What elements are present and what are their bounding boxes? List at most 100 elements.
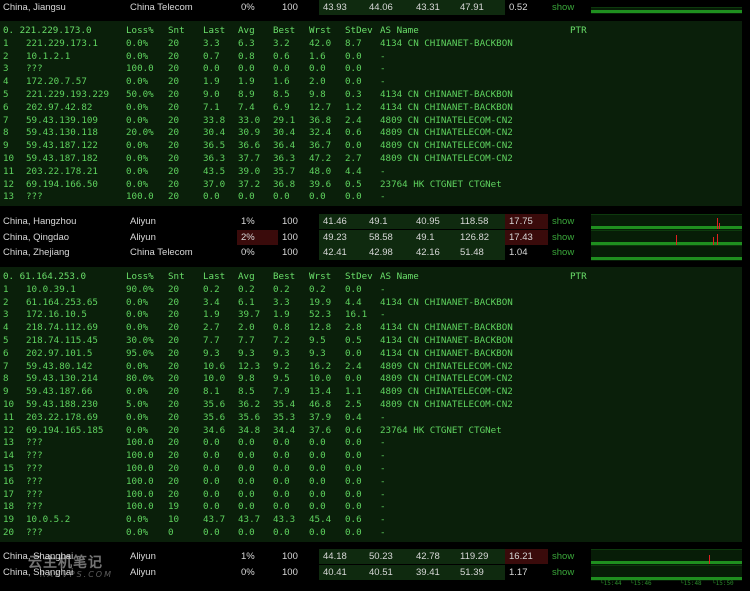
sparkline-baseline: [591, 257, 742, 260]
hop-loss: 0.0%: [126, 101, 149, 113]
hop-loss: 5.0%: [126, 399, 149, 410]
hop-wrst: 2.0: [309, 76, 326, 88]
hop-snt: 20: [168, 114, 180, 126]
hop-loss: 0.0%: [126, 178, 149, 190]
hop-as: -: [380, 501, 386, 513]
show-link[interactable]: show: [552, 565, 574, 580]
hop-row: 8 59.43.130.118 20.0% 20 30.4 30.9 30.4 32.4 0.6…: [0, 127, 740, 140]
hop-snt: 20: [168, 488, 180, 500]
sent-cell: 100: [282, 551, 298, 562]
hop-as: -: [380, 450, 386, 462]
worst-cell: 51.39: [460, 567, 484, 578]
hop-row: 13??? 100.0 20 0.0 0.0 0.0 0.0 0.0 -: [0, 191, 740, 204]
hop-last: 34.6: [203, 424, 226, 436]
hop-loss: 0.0%: [126, 165, 149, 177]
hop-best: 36.4: [273, 140, 296, 152]
hop-wrst: 16.2: [309, 360, 332, 372]
hop-best: 0.0: [273, 463, 290, 474]
hop-wrst: 0.0: [309, 437, 326, 449]
best-cell: 42.16: [416, 247, 440, 258]
hop-sd: 0.4: [345, 411, 362, 423]
hop-sd: 0.0: [345, 283, 362, 295]
hop-loss: 0.0%: [126, 50, 149, 62]
hop-h: 17: [3, 488, 15, 500]
hop-row: 2 61.164.253.65 0.0% 20 3.4 6.1 3.3 19.9 4.4 4134…: [0, 297, 740, 310]
hop-last: 33.8: [203, 114, 226, 126]
hop-row: 9 59.43.187.66 0.0% 20 8.1 8.5 7.9 13.4 1.1 4809 …: [0, 386, 740, 399]
show-link[interactable]: show: [552, 549, 574, 564]
hop-avg: 37.2: [238, 178, 261, 190]
hop-h: 10: [3, 399, 15, 410]
hop-sd: 16.1: [345, 309, 368, 321]
hop-row: 11 203.22.178.21 0.0% 20 43.5 39.0 35.7 48.0 4.4…: [0, 166, 740, 179]
show-link[interactable]: show: [552, 214, 574, 229]
hop-as: -: [380, 488, 386, 500]
avg-cell: 42.98: [369, 247, 393, 258]
traceroute-header: 0. 221.229.173.0 Loss% Snt Last Avg Best Wrst S…: [0, 25, 740, 38]
hop-as: -: [380, 191, 386, 203]
hop-last: 30.4: [203, 127, 226, 139]
hop-as: 4134 CN CHINANET-BACKBON: [380, 101, 513, 113]
hop-loss: 80.0%: [126, 373, 154, 385]
hop-loss: 0.0%: [126, 114, 149, 126]
hop-wrst: 36.7: [309, 140, 332, 152]
hop-best: 0.0: [273, 437, 290, 449]
hop-h: 20: [3, 527, 15, 538]
header-stdev: StDev: [345, 271, 373, 282]
hop-sd: 0.0: [345, 50, 362, 62]
hop-h: 3: [3, 63, 9, 75]
hop-sd: 1.1: [345, 386, 362, 398]
hop-row: 9 59.43.187.122 0.0% 20 36.5 36.6 36.4 36.7 0.0 4…: [0, 140, 740, 153]
hop-avg: 2.0: [238, 322, 255, 334]
header-ptr: PTR: [570, 271, 587, 282]
hop-sd: 0.5: [345, 335, 362, 346]
hop-row: 3 172.16.10.5 0.0% 20 1.9 39.7 1.9 52.3 16.1-: [0, 309, 740, 322]
hop-wrst: 9.5: [309, 335, 326, 346]
hop-snt: 20: [168, 178, 180, 190]
latency-sparkline: [591, 214, 742, 230]
hop-last: 36.5: [203, 140, 226, 152]
header-wrst: Wrst: [309, 271, 332, 282]
hop-last: 7.1: [203, 101, 220, 113]
hop-wrst: 13.4: [309, 386, 332, 398]
hop-last: 3.4: [203, 296, 220, 308]
hop-avg: 30.9: [238, 127, 261, 139]
avg-cell: 49.1: [369, 216, 388, 227]
hop-loss: 100.0: [126, 488, 154, 500]
hop-h: 6: [3, 347, 9, 359]
hop-last: 1.9: [203, 309, 220, 321]
hop-ip: 59.43.130.214: [26, 373, 98, 385]
hop-row: 19 10.0.5.2 0.0% 10 43.7 43.7 43.3 45.4 0.6 -: [0, 514, 740, 527]
show-link[interactable]: show: [552, 230, 574, 245]
hop-as: 4809 CN CHINATELECOM-CN2: [380, 399, 513, 410]
hop-wrst: 39.6: [309, 178, 332, 190]
header-best: Best: [273, 271, 296, 282]
hop-sd: 4.4: [345, 296, 362, 308]
hop-loss: 20.0%: [126, 127, 154, 139]
hop-best: 29.1: [273, 114, 296, 126]
hop-ip: ???: [26, 501, 43, 513]
show-link[interactable]: show: [552, 0, 574, 15]
hop-wrst: 0.0: [309, 463, 326, 474]
show-link[interactable]: show: [552, 245, 574, 260]
hop-snt: 20: [168, 140, 180, 152]
hop-ip: 172.16.10.5: [26, 309, 87, 321]
hop-h: 4: [3, 322, 9, 334]
hop-last: 10.6: [203, 360, 226, 372]
hop-sd: 0.6: [345, 127, 362, 139]
hop-snt: 20: [168, 165, 180, 177]
header-snt: Snt: [168, 25, 185, 36]
hop-loss: 0.0%: [126, 360, 149, 372]
header-last: Last: [203, 271, 226, 282]
hop-best: 6.9: [273, 101, 290, 113]
hop-sd: 2.7: [345, 153, 362, 164]
hop-sd: 0.0: [345, 347, 362, 359]
hop-avg: 0.0: [238, 191, 255, 203]
hop-ip: 61.164.253.65: [26, 296, 98, 308]
hop-avg: 0.0: [238, 450, 255, 462]
hop-ip: 10.0.39.1: [26, 283, 76, 295]
stdev-cell: 1.04: [509, 247, 528, 258]
hop-h: 2: [3, 50, 9, 62]
hop-sd: 0.0: [345, 450, 362, 462]
hop-last: 0.0: [203, 527, 220, 538]
